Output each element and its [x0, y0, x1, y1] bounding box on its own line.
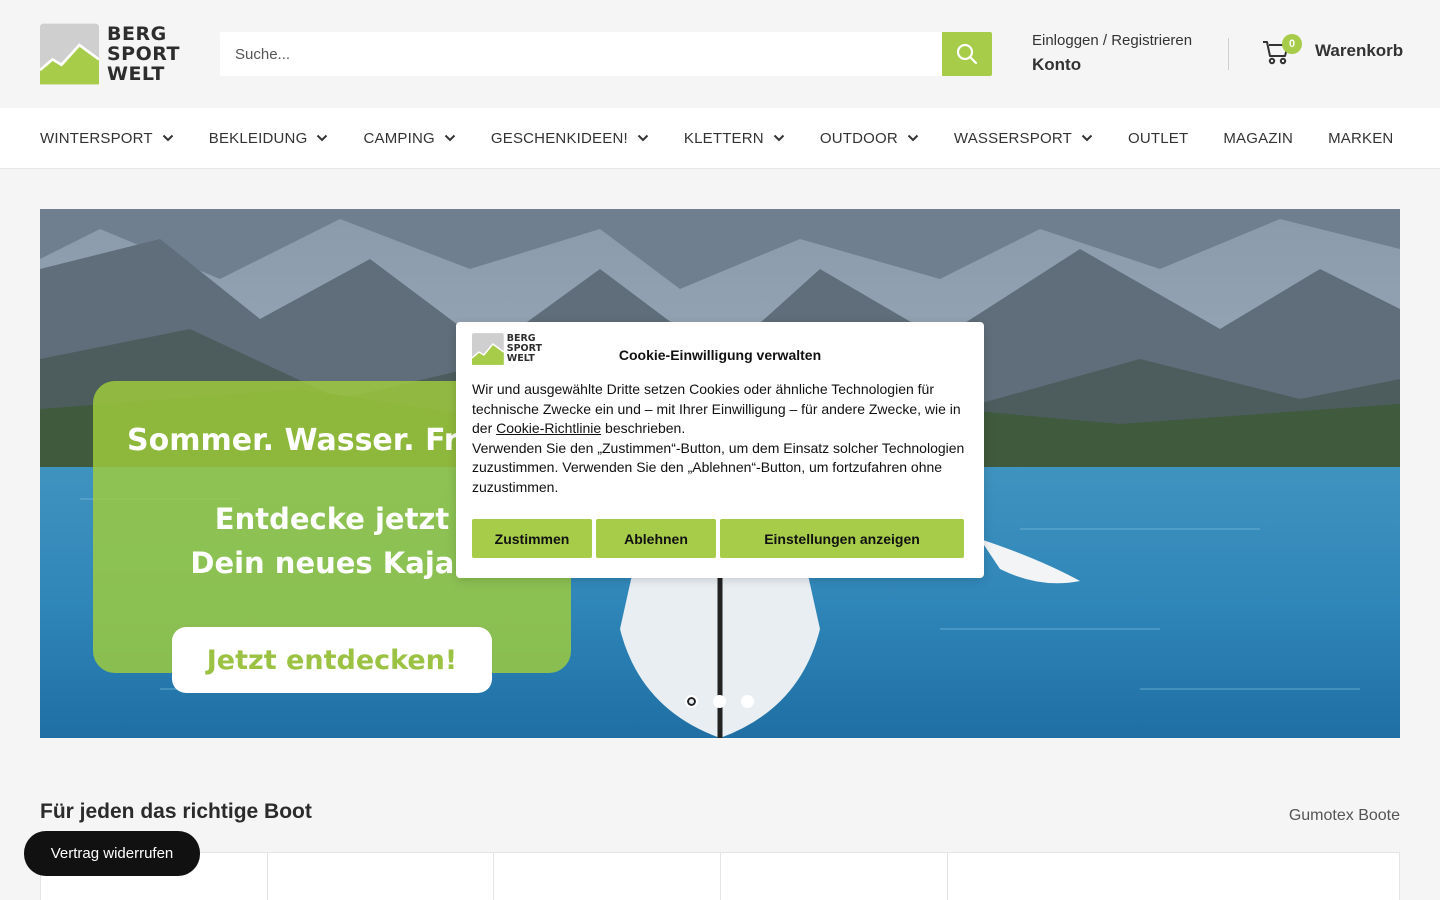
nav-item-magazin[interactable]: MAGAZIN	[1223, 130, 1293, 147]
accept-cookies-button[interactable]: Zustimmen	[472, 519, 592, 558]
chevron-down-icon	[637, 134, 649, 142]
search-button[interactable]	[942, 32, 992, 76]
main-navigation: WINTERSPORT BEKLEIDUNG CAMPING GESCHENKIDEE…	[0, 108, 1440, 169]
cookie-consent-dialog: BERG SPORT WELT Cookie-Einwilligung verw…	[456, 322, 984, 578]
product-grid	[40, 852, 1400, 900]
nav-item-marken[interactable]: MARKEN	[1328, 130, 1393, 147]
cookie-text-part-2: Verwenden Sie den „Zustimmen“-Button, um…	[472, 439, 965, 495]
chevron-down-icon	[317, 134, 328, 142]
logo-wordmark: BERG SPORT WELT	[107, 24, 180, 84]
mountain-logo-icon	[40, 23, 99, 85]
nav-item-outlet[interactable]: OUTLET	[1128, 130, 1188, 147]
slider-dots	[685, 695, 769, 708]
cart-link[interactable]: 0 Warenkorb	[1262, 34, 1404, 66]
nav-item-wintersport[interactable]: WINTERSPORT	[40, 130, 174, 147]
login-register-link[interactable]: Einloggen / Registrieren	[1032, 30, 1192, 52]
chevron-down-icon	[773, 134, 785, 142]
revoke-contract-button[interactable]: Vertrag widerrufen	[24, 831, 200, 876]
section-title: Für jeden das richtige Boot	[40, 800, 312, 823]
nav-item-wassersport[interactable]: WASSERSPORT	[954, 130, 1093, 147]
cart-count-badge: 0	[1282, 34, 1302, 54]
nav-item-label: OUTLET	[1127, 129, 1189, 147]
cart-icon-wrap: 0	[1262, 34, 1302, 66]
account-link[interactable]: Konto	[1032, 53, 1192, 77]
account-area: Einloggen / Registrieren Konto	[1032, 30, 1192, 77]
reject-cookies-button[interactable]: Ablehnen	[596, 519, 716, 558]
nav-item-label: GESCHENKIDEEN!	[490, 129, 628, 147]
nav-item-label: MAGAZIN	[1223, 129, 1294, 147]
slider-dot[interactable]	[713, 695, 726, 708]
promo-headline: Sommer. Wasser. Fre	[127, 423, 479, 458]
site-logo[interactable]: BERG SPORT WELT	[40, 20, 180, 88]
nav-item-camping[interactable]: CAMPING	[363, 129, 456, 147]
cookie-settings-button[interactable]: Einstellungen anzeigen	[720, 519, 964, 558]
cookie-title: Cookie-Einwilligung verwalten	[618, 347, 822, 363]
nav-item-label: BEKLEIDUNG	[208, 129, 308, 147]
nav-item-label: KLETTERN	[683, 129, 764, 147]
nav-item-outdoor[interactable]: OUTDOOR	[820, 130, 919, 147]
logo-line: WELT	[107, 63, 165, 85]
chevron-down-icon	[444, 134, 456, 142]
nav-item-label: CAMPING	[363, 129, 435, 147]
search-input[interactable]	[220, 32, 942, 76]
nav-item-bekleidung[interactable]: BEKLEIDUNG	[209, 130, 329, 147]
product-card[interactable]	[494, 853, 721, 900]
header-divider	[1228, 38, 1229, 70]
cookie-text-part: beschrieben.	[601, 420, 686, 437]
slider-dot[interactable]	[685, 695, 698, 708]
nav-items: WINTERSPORT BEKLEIDUNG CAMPING GESCHENKIDEE…	[40, 108, 1428, 168]
slider-dot[interactable]	[741, 695, 754, 708]
product-card[interactable]	[268, 853, 494, 900]
search-bar	[220, 32, 992, 76]
nav-item-label: MARKEN	[1328, 129, 1394, 147]
logo-line: SPORT	[107, 43, 180, 65]
section-view-all-link[interactable]: Gumotex Boote	[1289, 807, 1400, 825]
cart-label: Warenkorb	[1315, 41, 1404, 60]
chevron-down-icon	[907, 134, 919, 142]
site-header: BERG SPORT WELT Einloggen / Registrieren…	[0, 0, 1440, 108]
nav-item-geschenkideen[interactable]: GESCHENKIDEEN!	[491, 130, 649, 147]
chevron-down-icon	[162, 134, 173, 142]
product-card[interactable]	[948, 853, 1399, 900]
chevron-down-icon	[1081, 134, 1093, 142]
nav-item-label: OUTDOOR	[819, 129, 898, 147]
cookie-policy-link[interactable]: Cookie-Richtlinie	[496, 420, 601, 436]
nav-item-klettern[interactable]: KLETTERN	[684, 130, 785, 147]
logo-line: BERG	[107, 23, 167, 45]
product-card[interactable]	[721, 853, 948, 900]
nav-item-label: WINTERSPORT	[40, 129, 153, 147]
promo-cta-button[interactable]: Jetzt entdecken!	[172, 627, 492, 693]
cookie-text: Wir und ausgewählte Dritte setzen Cookie…	[472, 380, 972, 498]
nav-item-label: WASSERSPORT	[953, 129, 1072, 147]
search-icon	[956, 43, 978, 65]
cookie-buttons: Zustimmen Ablehnen Einstellungen anzeige…	[472, 519, 964, 558]
